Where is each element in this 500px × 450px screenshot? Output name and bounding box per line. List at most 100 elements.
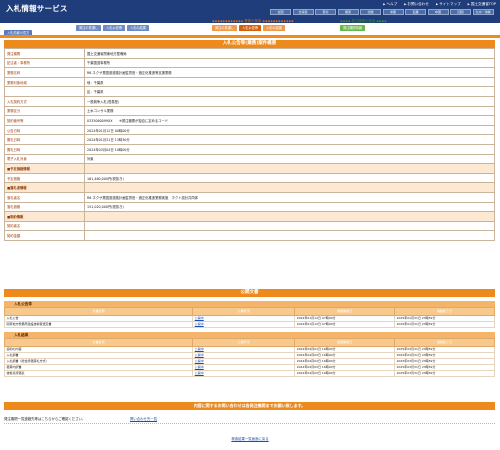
detail-row: ■落札者情報 <box>4 182 495 193</box>
detail-row: 電子入札対象 対象 <box>4 153 495 165</box>
detail-label: 入札契約方式 <box>4 95 85 107</box>
construction-notice-tab[interactable]: 入札公告等 <box>103 25 126 31</box>
detail-label: 契約金額 <box>4 230 85 241</box>
detail-panel: 入札公告等(業務)案件概要 発注機関 国土交通省関東地方整備局 記注者・事務所 千葉国… <box>4 40 495 241</box>
help-link[interactable]: ヘルプ <box>383 2 397 7</box>
column-header: 文書名称 <box>3 337 194 347</box>
detail-label: 発注機関 <box>4 48 85 59</box>
detail-row: 入札契約方式 一般競争入札(簡易型) <box>4 95 495 107</box>
detail-row: 開札日時 2024年03月04日 10時00分 <box>4 143 495 155</box>
detail-value <box>84 220 495 232</box>
region-button[interactable]: 四国 <box>450 9 471 15</box>
mlit-top-link[interactable]: 国土交通省TOP <box>468 2 496 7</box>
region-button[interactable]: 東北 <box>315 9 336 15</box>
detail-value <box>84 163 495 174</box>
detail-table: 発注機関 国土交通省関東地方整備局 記注者・事務所 千葉国道事務所 業務名称 R6 ネクサ… <box>4 48 495 241</box>
sitemap-link[interactable]: サイトマップ <box>436 2 461 7</box>
construction-result-tab[interactable]: 入札の結果 <box>127 25 149 31</box>
region-button[interactable]: 近畿 <box>405 9 426 15</box>
document-status-link[interactable]: 公開中 <box>192 369 296 377</box>
detail-label: 開札日時 <box>4 143 85 155</box>
detail-row: 落札価格 151,020,000円(税抜き) <box>4 201 495 213</box>
detail-row: 業務名称 R6 ネクサ業図道道路計画監督官・適正化推進等支援業務 <box>4 67 495 78</box>
region-button[interactable]: 北海道 <box>292 9 314 15</box>
detail-label: 電子入札対象 <box>4 153 85 165</box>
construction-nav: ◆◆◆◆◆◆◆◆◆◆◆◆◆ 工事の検索 ◆◆◆◆◆◆◆◆◆◆◆◆◆ 発注の見通し… <box>76 19 163 35</box>
back-to-results-link[interactable]: 検索結果一覧画面に戻る <box>0 436 500 441</box>
documents-header-row: 文書名称 公開状況 掲載開始日 掲載終了日 <box>3 337 495 347</box>
document-row: 技術点評価表 公開中 2024年04月02日 16時00分 2025年03月31日 2… <box>3 369 495 377</box>
documents-header-row: 文書名称 公開状況 掲載開始日 掲載終了日 <box>3 307 495 316</box>
gyomu-nav: ◆◆◆◆◆◆◆◆◆◆◆◆ 業務の検索 ◆◆◆◆◆◆◆◆◆◆◆◆ 発注の見通し 入… <box>212 19 294 35</box>
detail-title: 入札公告等(業務)案件概要 <box>4 40 495 48</box>
document-cell: 2025年03月31日 23時59分 <box>394 369 495 377</box>
keiyaku-nav: ◆◆◆◆ 発注機関の検索 ◆◆◆◆ 発注機関情報 <box>340 19 387 35</box>
detail-label: ■契約情報 <box>4 211 85 222</box>
detail-value: 0333060099XX ※発注機関が独自に定めるコード <box>84 115 495 126</box>
detail-label: 契約番号等 <box>4 115 85 126</box>
detail-row: 区：千葉県 <box>4 86 495 97</box>
detail-value: R6 ネクサ業図道道路計画監督官・適正化推進等支援業務 <box>84 67 495 78</box>
contact-list-link[interactable]: 問い合わせ先一覧 <box>130 416 157 421</box>
detail-label: 契約者名 <box>4 220 85 232</box>
site-logo[interactable]: 入札情報サービス <box>6 3 68 14</box>
detail-value <box>84 211 495 222</box>
column-header: 公開状況 <box>192 307 296 316</box>
detail-label <box>4 86 85 97</box>
document-cell: 2024年04月02日 16時00分 <box>294 369 396 377</box>
detail-value: 2024年01月31日 13時30分 <box>84 134 495 145</box>
documents-table: 文書名称 公開状況 掲載開始日 掲載終了日 入札公告 公開中 2024年01月12日 07時… <box>3 307 495 328</box>
region-button[interactable]: 北陸 <box>360 9 381 15</box>
detail-label: ■予定価格情報 <box>4 163 85 174</box>
document-cell: 技術点評価表 <box>3 369 194 377</box>
detail-row: 記注者・事務所 千葉国道事務所 <box>4 57 495 69</box>
document-status-link[interactable]: 公開中 <box>192 320 296 328</box>
column-header: 公開状況 <box>192 337 296 347</box>
detail-label: 業務区分 <box>4 105 85 117</box>
detail-row: 業務区分 土木コンサル業務 <box>4 105 495 117</box>
orderer-info-tab[interactable]: 発注機関情報 <box>340 25 366 31</box>
keiyaku-nav-title: ◆◆◆◆ 発注機関の検索 ◆◆◆◆ <box>340 19 387 23</box>
construction-nav-title: ◆◆◆◆◆◆◆◆◆◆◆◆◆ 工事の検索 ◆◆◆◆◆◆◆◆◆◆◆◆◆ <box>76 19 163 23</box>
detail-label: 業務対象地域 <box>4 76 85 88</box>
detail-label: 落札価格 <box>4 201 85 213</box>
detail-row: 落札者名 R6 ネクサ業図道道路計画監督官・適正化推進業務実施 ホクト設計共同体 <box>4 191 495 203</box>
region-button[interactable]: 中部 <box>382 9 404 15</box>
region-selector: 全国 北海道 東北 関東 北陸 中部 近畿 中国 四国 九州・沖縄 <box>270 9 498 15</box>
detail-label: 公告日時 <box>4 124 85 136</box>
detail-row: 公告日時 2024年01月12日 00時00分 <box>4 124 495 136</box>
detail-value: 区：千葉県 <box>84 86 495 97</box>
inquiry-row: 発注機関一覧連絡先等はこちらからご確認ください。 問い合わせ先一覧 <box>4 414 495 424</box>
construction-forecast-tab[interactable]: 発注の見通し <box>76 25 102 31</box>
detail-label: ■落札者情報 <box>4 182 85 193</box>
detail-value: 2024年03月04日 10時00分 <box>84 143 495 155</box>
column-header: 掲載開始日 <box>294 337 396 347</box>
document-cell: 2024年01月12日 07時00分 <box>294 320 396 328</box>
documents-title: 公開文書 <box>4 289 495 297</box>
detail-row: ■契約情報 <box>4 211 495 222</box>
detail-row: 発注機関 国土交通省関東地方整備局 <box>4 48 495 59</box>
divider <box>4 423 495 424</box>
guide-nav-title: ★ 入札情報の見方 ★ <box>4 24 36 28</box>
detail-row: 予定価格 161,460,000円(税抜き) <box>4 172 495 184</box>
column-header: 文書名称 <box>3 307 194 316</box>
detail-value <box>84 230 495 241</box>
gyomu-nav-title: ◆◆◆◆◆◆◆◆◆◆◆◆ 業務の検索 ◆◆◆◆◆◆◆◆◆◆◆◆ <box>212 19 294 23</box>
detail-row: ■予定価格情報 <box>4 163 495 174</box>
region-button[interactable]: 九州・沖縄 <box>472 9 494 15</box>
detail-row: 契約番号等 0333060099XX ※発注機関が独自に定めるコード <box>4 115 495 126</box>
detail-value: 国土交通省関東地方整備局 <box>84 48 495 59</box>
region-button[interactable]: 関東 <box>337 9 359 15</box>
nav-underline <box>0 35 500 38</box>
gyomu-result-tab[interactable]: 入札の結果 <box>263 25 285 31</box>
gyomu-notice-tab[interactable]: 入札公告等 <box>239 25 262 31</box>
detail-value: 他：千葉県 <box>84 76 495 88</box>
detail-row: 業務対象地域 他：千葉県 <box>4 76 495 88</box>
region-button[interactable]: 中国 <box>427 9 449 15</box>
detail-value: 対象 <box>84 153 495 165</box>
contact-link[interactable]: お問い合わせ <box>404 2 429 7</box>
region-button[interactable]: 全国 <box>270 9 291 15</box>
detail-value: 千葉国道事務所 <box>84 57 495 69</box>
detail-value <box>84 182 495 193</box>
gyomu-forecast-tab[interactable]: 発注の見通し <box>212 25 238 31</box>
